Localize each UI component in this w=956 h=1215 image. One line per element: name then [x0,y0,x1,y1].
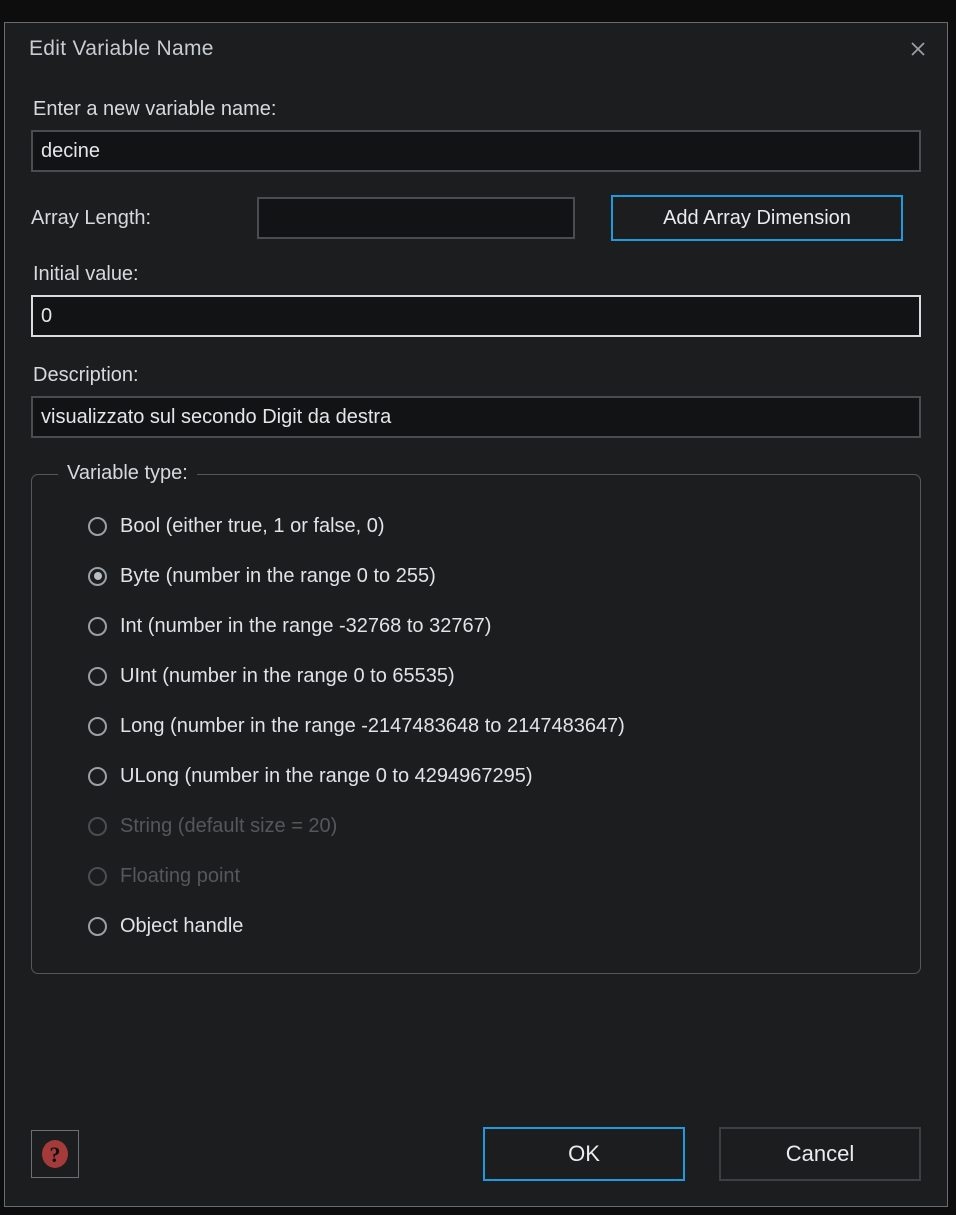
radio-label: Byte (number in the range 0 to 255) [120,564,436,587]
help-icon: ? [42,1140,68,1168]
radio-label: UInt (number in the range 0 to 65535) [120,664,455,687]
variable-name-input[interactable]: decine [31,130,921,172]
dialog-body: Enter a new variable name: decine Array … [5,75,947,1102]
radio-indicator-icon [88,516,107,536]
radio-byte[interactable]: Byte (number in the range 0 to 255) [32,551,920,601]
array-length-label: Array Length: [31,206,152,229]
close-icon[interactable] [889,23,947,75]
cancel-button[interactable]: Cancel [719,1127,921,1181]
radio-floating-point: Floating point [32,851,920,901]
variable-type-radio-list: Bool (either true, 1 or false, 0) Byte (n… [32,501,920,951]
radio-string: String (default size = 20) [32,801,920,851]
initial-value-label: Initial value: [33,263,139,285]
radio-label: Floating point [120,864,241,887]
radio-indicator-icon [88,616,107,636]
radio-label: ULong (number in the range 0 to 42949672… [120,764,533,787]
radio-indicator-icon [88,566,107,586]
radio-indicator-icon [88,766,107,786]
add-array-dimension-button[interactable]: Add Array Dimension [611,195,903,241]
dialog-titlebar: Edit Variable Name [5,23,947,75]
radio-bool[interactable]: Bool (either true, 1 or false, 0) [32,501,920,551]
help-button[interactable]: ? [31,1130,79,1178]
variable-type-group-label: Variable type: [58,462,197,485]
svg-text:?: ? [50,1142,61,1167]
radio-label: Long (number in the range -2147483648 to… [120,714,625,737]
ok-button[interactable]: OK [483,1127,685,1181]
radio-uint[interactable]: UInt (number in the range 0 to 65535) [32,651,920,701]
description-label: Description: [33,364,139,386]
initial-value-input[interactable]: 0 [31,295,921,337]
variable-type-group: Variable type: Bool (either true, 1 or f… [31,462,921,974]
radio-int[interactable]: Int (number in the range -32768 to 32767… [32,601,920,651]
dialog-title: Edit Variable Name [29,37,214,60]
radio-label: Int (number in the range -32768 to 32767… [120,614,492,637]
radio-ulong[interactable]: ULong (number in the range 0 to 42949672… [32,751,920,801]
radio-indicator-icon [88,716,107,736]
radio-label: String (default size = 20) [120,814,338,837]
radio-object-handle[interactable]: Object handle [32,901,920,951]
radio-long[interactable]: Long (number in the range -2147483648 to… [32,701,920,751]
radio-label: Bool (either true, 1 or false, 0) [120,514,385,537]
dialog-footer: ? OK Cancel [5,1102,947,1206]
radio-label: Object handle [120,914,244,937]
variable-name-label: Enter a new variable name: [33,98,277,120]
radio-indicator-icon [88,666,107,686]
edit-variable-name-dialog: Edit Variable Name Enter a new variable … [4,22,948,1207]
array-length-input[interactable] [257,197,575,239]
radio-indicator-icon [88,866,107,886]
description-input[interactable]: visualizzato sul secondo Digit da destra [31,396,921,438]
radio-indicator-icon [88,816,107,836]
radio-indicator-icon [88,916,107,936]
array-length-row: Array Length: Add Array Dimension [31,194,921,242]
